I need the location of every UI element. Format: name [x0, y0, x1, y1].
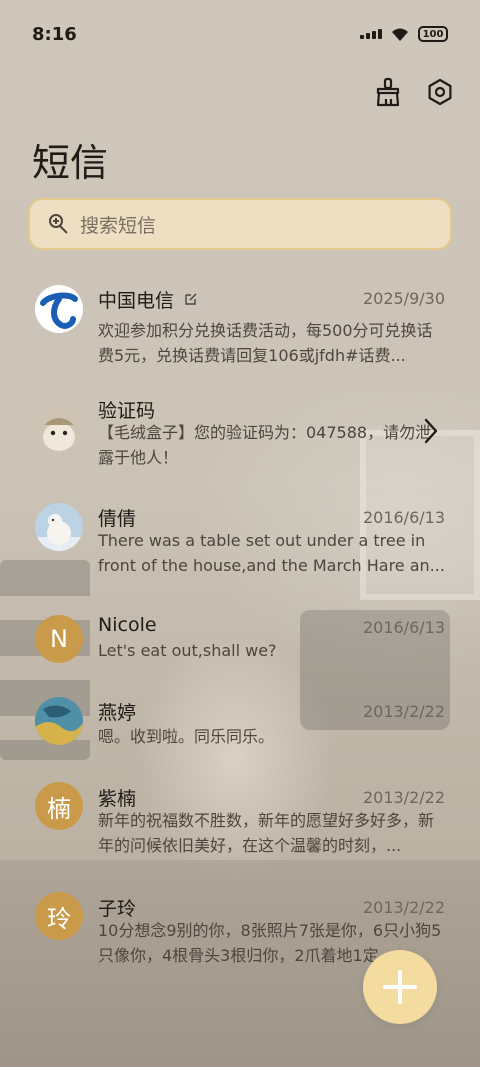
letter-avatar: N — [35, 615, 83, 663]
china-telecom-avatar — [35, 285, 83, 333]
edit-icon — [185, 293, 197, 305]
conversation-preview: 【毛绒盒子】您的验证码为：047588，请勿泄露于他人！ — [98, 423, 432, 467]
hamster-avatar — [35, 405, 83, 453]
wifi-icon — [392, 28, 408, 41]
search-input[interactable]: 搜索短信 — [28, 198, 452, 250]
conversation-preview: 新年的祝福数不胜数，新年的愿望好多好多，新年的问候依旧美好，在这个温馨的时刻，.… — [98, 811, 435, 855]
polar-bear-avatar — [35, 503, 83, 551]
plus-icon — [383, 970, 417, 1004]
conversation-name: 燕婷 — [98, 702, 137, 724]
search-icon — [49, 214, 68, 234]
status-icons: 100 — [360, 26, 448, 42]
conversation-date: 2016/6/13 — [362, 508, 445, 527]
conversation-date: 2016/6/13 — [362, 618, 445, 637]
conversation-name: 中国电信 — [98, 290, 175, 312]
conversation-date: 2013/2/22 — [362, 788, 445, 807]
conversation-name: 紫楠 — [98, 788, 137, 810]
conversation-preview: Let's eat out,shall we? — [98, 641, 277, 660]
conversation-date: 2013/2/22 — [362, 702, 445, 721]
conversation-date: 2013/2/22 — [362, 898, 445, 917]
conversation-item[interactable]: 楠 紫楠 2013/2/22 新年的祝福数不胜数，新年的愿望好多好多，新年的问候… — [0, 782, 480, 882]
conversation-date: 2025/9/30 — [362, 289, 445, 308]
letter-avatar: 玲 — [35, 892, 83, 940]
letter-avatar: 楠 — [35, 782, 83, 830]
new-message-button[interactable] — [363, 950, 437, 1024]
conversation-item[interactable]: 燕婷 2013/2/22 嗯。收到啦。同乐同乐。 — [0, 694, 480, 794]
conversation-name: Nicole — [98, 614, 157, 636]
settings-hex-icon[interactable] — [424, 76, 456, 108]
conversation-preview: 欢迎参加积分兑换话费活动，每500分可兑换话费5元，兑换话费请回复106或jfd… — [98, 321, 433, 365]
conversation-name: 验证码 — [98, 400, 156, 422]
battery-icon: 100 — [418, 26, 448, 42]
conversation-item[interactable]: 中国电信 2025/9/30 欢迎参加积分兑换话费活动，每500分可兑换话费5元… — [0, 280, 480, 380]
conversation-item[interactable]: 验证码 【毛绒盒子】您的验证码为：047588，请勿泄露于他人！ — [0, 390, 480, 490]
conversation-name: 子玲 — [98, 898, 137, 920]
status-bar: 8:16 100 — [0, 0, 480, 68]
search-placeholder: 搜索短信 — [80, 214, 157, 237]
signal-icon — [360, 29, 382, 39]
chevron-right-icon[interactable] — [420, 416, 442, 446]
painting-avatar — [35, 697, 83, 745]
broom-icon[interactable] — [372, 76, 404, 108]
conversation-name: 倩倩 — [98, 508, 137, 530]
status-time: 8:16 — [32, 23, 77, 45]
top-actions — [372, 76, 456, 108]
conversation-item[interactable]: 倩倩 2016/6/13 There was a table set out u… — [0, 500, 480, 600]
conversation-preview: 嗯。收到啦。同乐同乐。 — [98, 727, 275, 746]
conversation-preview: There was a table set out under a tree i… — [98, 531, 445, 575]
page-title: 短信 — [32, 141, 109, 185]
